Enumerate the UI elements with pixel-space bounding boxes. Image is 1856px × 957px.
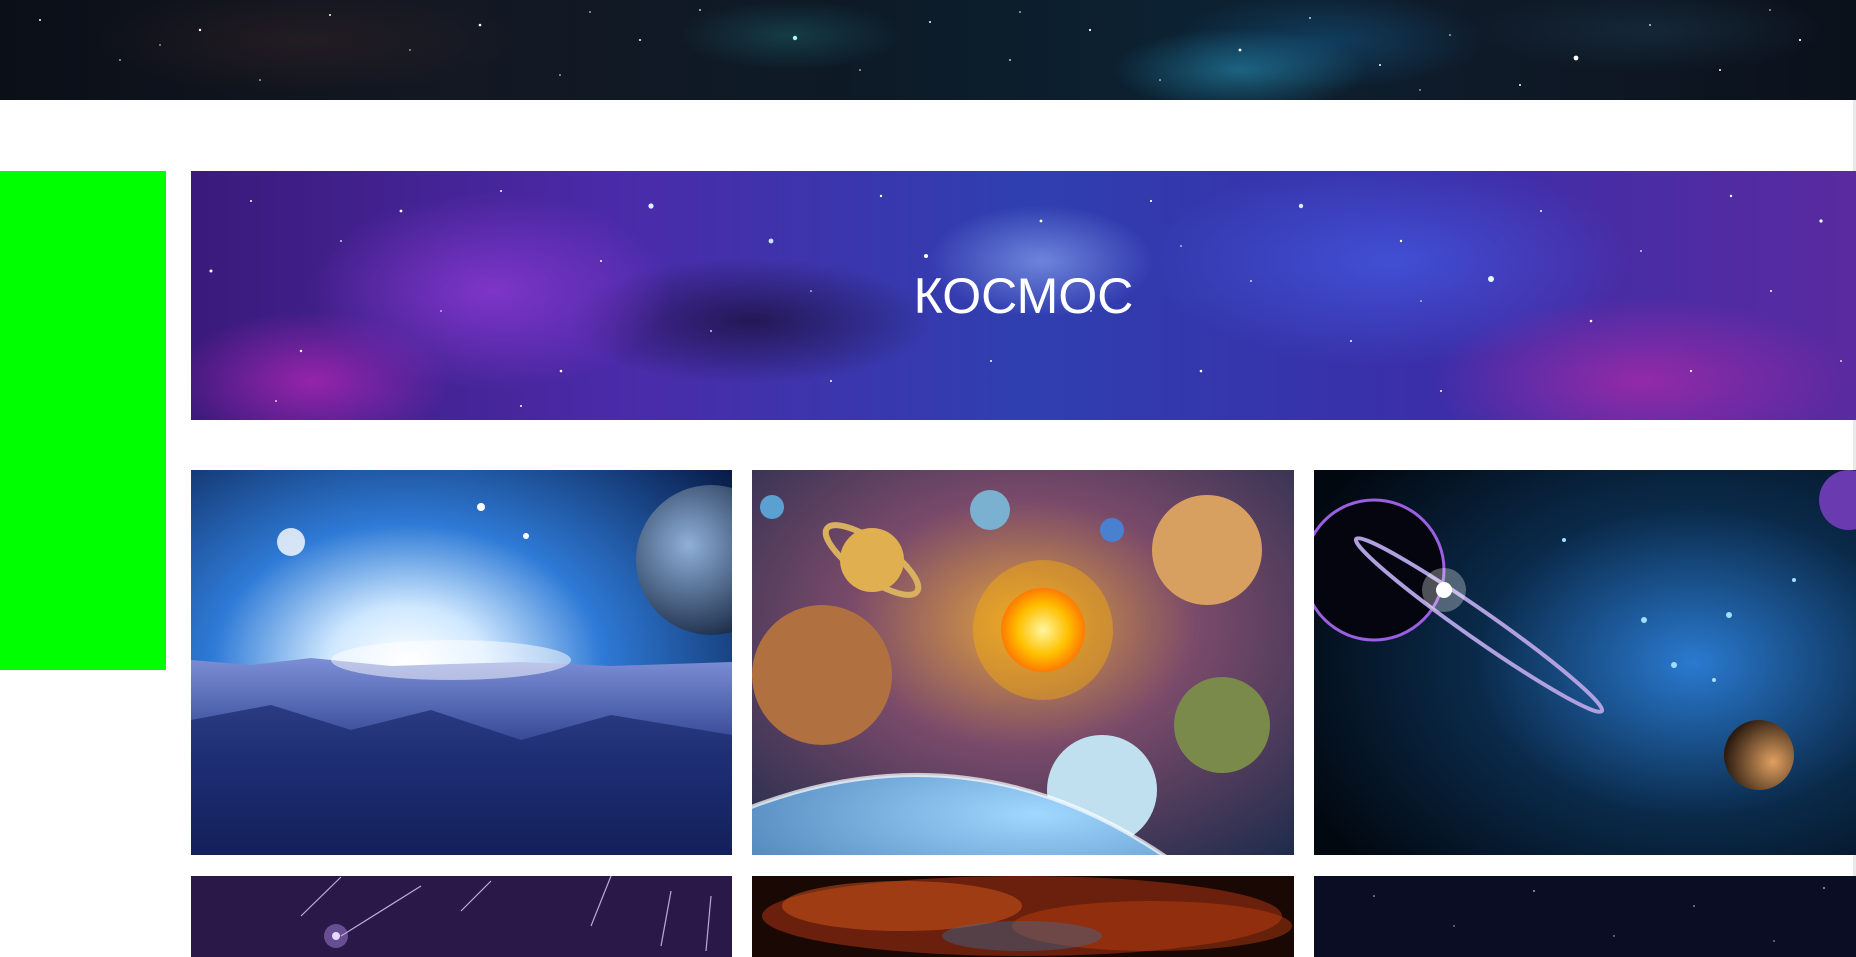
top-space-header-image bbox=[0, 0, 1856, 100]
sidebar-block bbox=[0, 171, 166, 670]
solar-system-planets-image bbox=[752, 470, 1294, 855]
hero-banner: КОСМОС bbox=[191, 171, 1856, 420]
dark-starfield-image bbox=[1314, 876, 1856, 957]
alien-planet-sunrise-image bbox=[191, 470, 732, 855]
page: КОСМОС bbox=[0, 0, 1856, 957]
ringed-planet-nebula-image bbox=[1314, 470, 1856, 855]
page-title: КОСМОС bbox=[913, 268, 1134, 324]
meteor-shower-image bbox=[191, 876, 732, 957]
gallery-card[interactable] bbox=[1314, 470, 1856, 855]
orange-nebula-image bbox=[752, 876, 1294, 957]
gallery-card[interactable] bbox=[1314, 876, 1856, 957]
gallery-card[interactable] bbox=[191, 876, 732, 957]
gallery-card[interactable] bbox=[191, 470, 732, 855]
gallery-card[interactable] bbox=[752, 876, 1294, 957]
starfield-decoration bbox=[39, 9, 1802, 91]
gallery-card[interactable] bbox=[752, 470, 1294, 855]
